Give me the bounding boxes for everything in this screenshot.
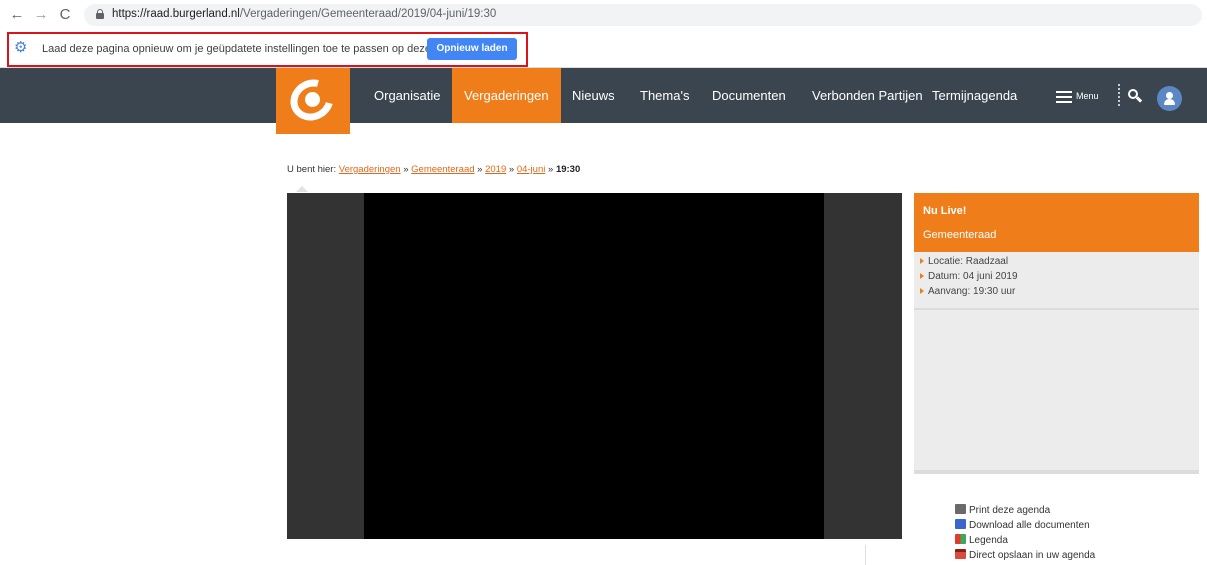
printer-icon — [955, 504, 966, 514]
live-detail-text: Datum: 04 juni 2019 — [928, 271, 1018, 282]
info-bar-message: Laad deze pagina opnieuw om je geüpdatet… — [42, 43, 452, 55]
nav-item-organisatie[interactable]: Organisatie — [362, 68, 452, 123]
legend-label: Legenda — [969, 535, 1008, 546]
live-detail-date: Datum: 04 juni 2019 — [920, 271, 1018, 282]
arrow-right-icon — [920, 258, 924, 265]
nav-item-themas[interactable]: Thema's — [628, 68, 701, 123]
live-panel-divider — [914, 308, 1199, 310]
breadcrumb-link-gemeenteraad[interactable]: Gemeenteraad — [411, 164, 474, 175]
nav-item-nieuws[interactable]: Nieuws — [560, 68, 627, 123]
url-host: https://raad.burgerland.nl — [112, 8, 240, 20]
print-agenda-link[interactable]: Print deze agenda — [955, 504, 1050, 516]
caret-up-icon — [296, 186, 308, 192]
breadcrumb-link-04-juni[interactable]: 04-juni — [517, 164, 546, 175]
logo-dot-icon — [305, 92, 320, 107]
nav-item-documenten[interactable]: Documenten — [700, 68, 798, 123]
breadcrumb-separator: » — [508, 164, 515, 175]
search-icon[interactable] — [1128, 89, 1143, 103]
breadcrumb-link-2019[interactable]: 2019 — [485, 164, 506, 175]
save-calendar-label: Direct opslaan in uw agenda — [969, 550, 1096, 561]
legend-link[interactable]: Legenda — [955, 534, 1008, 546]
save-calendar-link[interactable]: Direct opslaan in uw agenda — [955, 549, 1095, 561]
menu-label: Menu — [1076, 91, 1099, 101]
live-detail-text: Locatie: Raadzaal — [928, 256, 1009, 267]
reload-page-button[interactable]: Opnieuw laden — [427, 38, 517, 60]
download-documents-label: Download alle documenten — [969, 520, 1090, 531]
url-path: /Vergaderingen/Gemeenteraad/2019/04-juni… — [239, 8, 497, 20]
gear-icon: ⚙ — [14, 39, 28, 56]
browser-toolbar: ← → C https://raad.burgerland.nl/Vergade… — [0, 0, 1207, 30]
arrow-right-icon — [920, 288, 924, 295]
back-arrow-icon[interactable]: ← — [8, 6, 26, 24]
download-documents-link[interactable]: Download alle documenten — [955, 519, 1090, 531]
print-agenda-label: Print deze agenda — [969, 505, 1051, 516]
breadcrumb-separator: » — [477, 164, 483, 175]
nav-item-vergaderingen[interactable]: Vergaderingen — [452, 68, 561, 123]
lock-icon — [96, 9, 104, 19]
nav-item-termijnagenda[interactable]: Termijnagenda — [920, 68, 1029, 123]
live-panel-header — [914, 193, 1199, 252]
breadcrumb-prefix: U bent hier: — [287, 164, 337, 175]
live-title: Nu Live! — [923, 205, 967, 217]
url-text[interactable]: https://raad.burgerland.nl/Vergaderingen… — [112, 8, 496, 20]
nav-item-verbonden-partijen[interactable]: Verbonden Partijen — [800, 68, 935, 123]
video-frame[interactable] — [364, 193, 824, 539]
breadcrumb-separator: » — [548, 164, 554, 175]
calendar-icon — [955, 549, 966, 559]
hamburger-icon — [1056, 90, 1072, 103]
menu-button[interactable]: Menu — [1056, 86, 1099, 106]
forward-arrow-icon[interactable]: → — [32, 6, 50, 24]
live-detail-text: Aanvang: 19:30 uur — [928, 286, 1016, 297]
reload-icon[interactable]: C — [56, 6, 74, 24]
breadcrumb-separator: » — [403, 164, 409, 175]
live-subtitle: Gemeenteraad — [923, 229, 997, 241]
arrow-right-icon — [920, 273, 924, 280]
breadcrumb-link-vergaderingen[interactable]: Vergaderingen — [339, 164, 401, 175]
live-detail-location: Locatie: Raadzaal — [920, 256, 1008, 267]
user-icon[interactable] — [1157, 86, 1182, 111]
breadcrumb-current: 19:30 — [555, 164, 581, 175]
breadcrumb: U bent hier: Vergaderingen » Gemeenteraa… — [287, 164, 580, 175]
download-icon — [955, 519, 966, 529]
legend-icon — [955, 534, 966, 544]
live-detail-start: Aanvang: 19:30 uur — [920, 286, 1015, 297]
column-divider — [865, 545, 866, 565]
nav-separator — [1118, 84, 1120, 106]
